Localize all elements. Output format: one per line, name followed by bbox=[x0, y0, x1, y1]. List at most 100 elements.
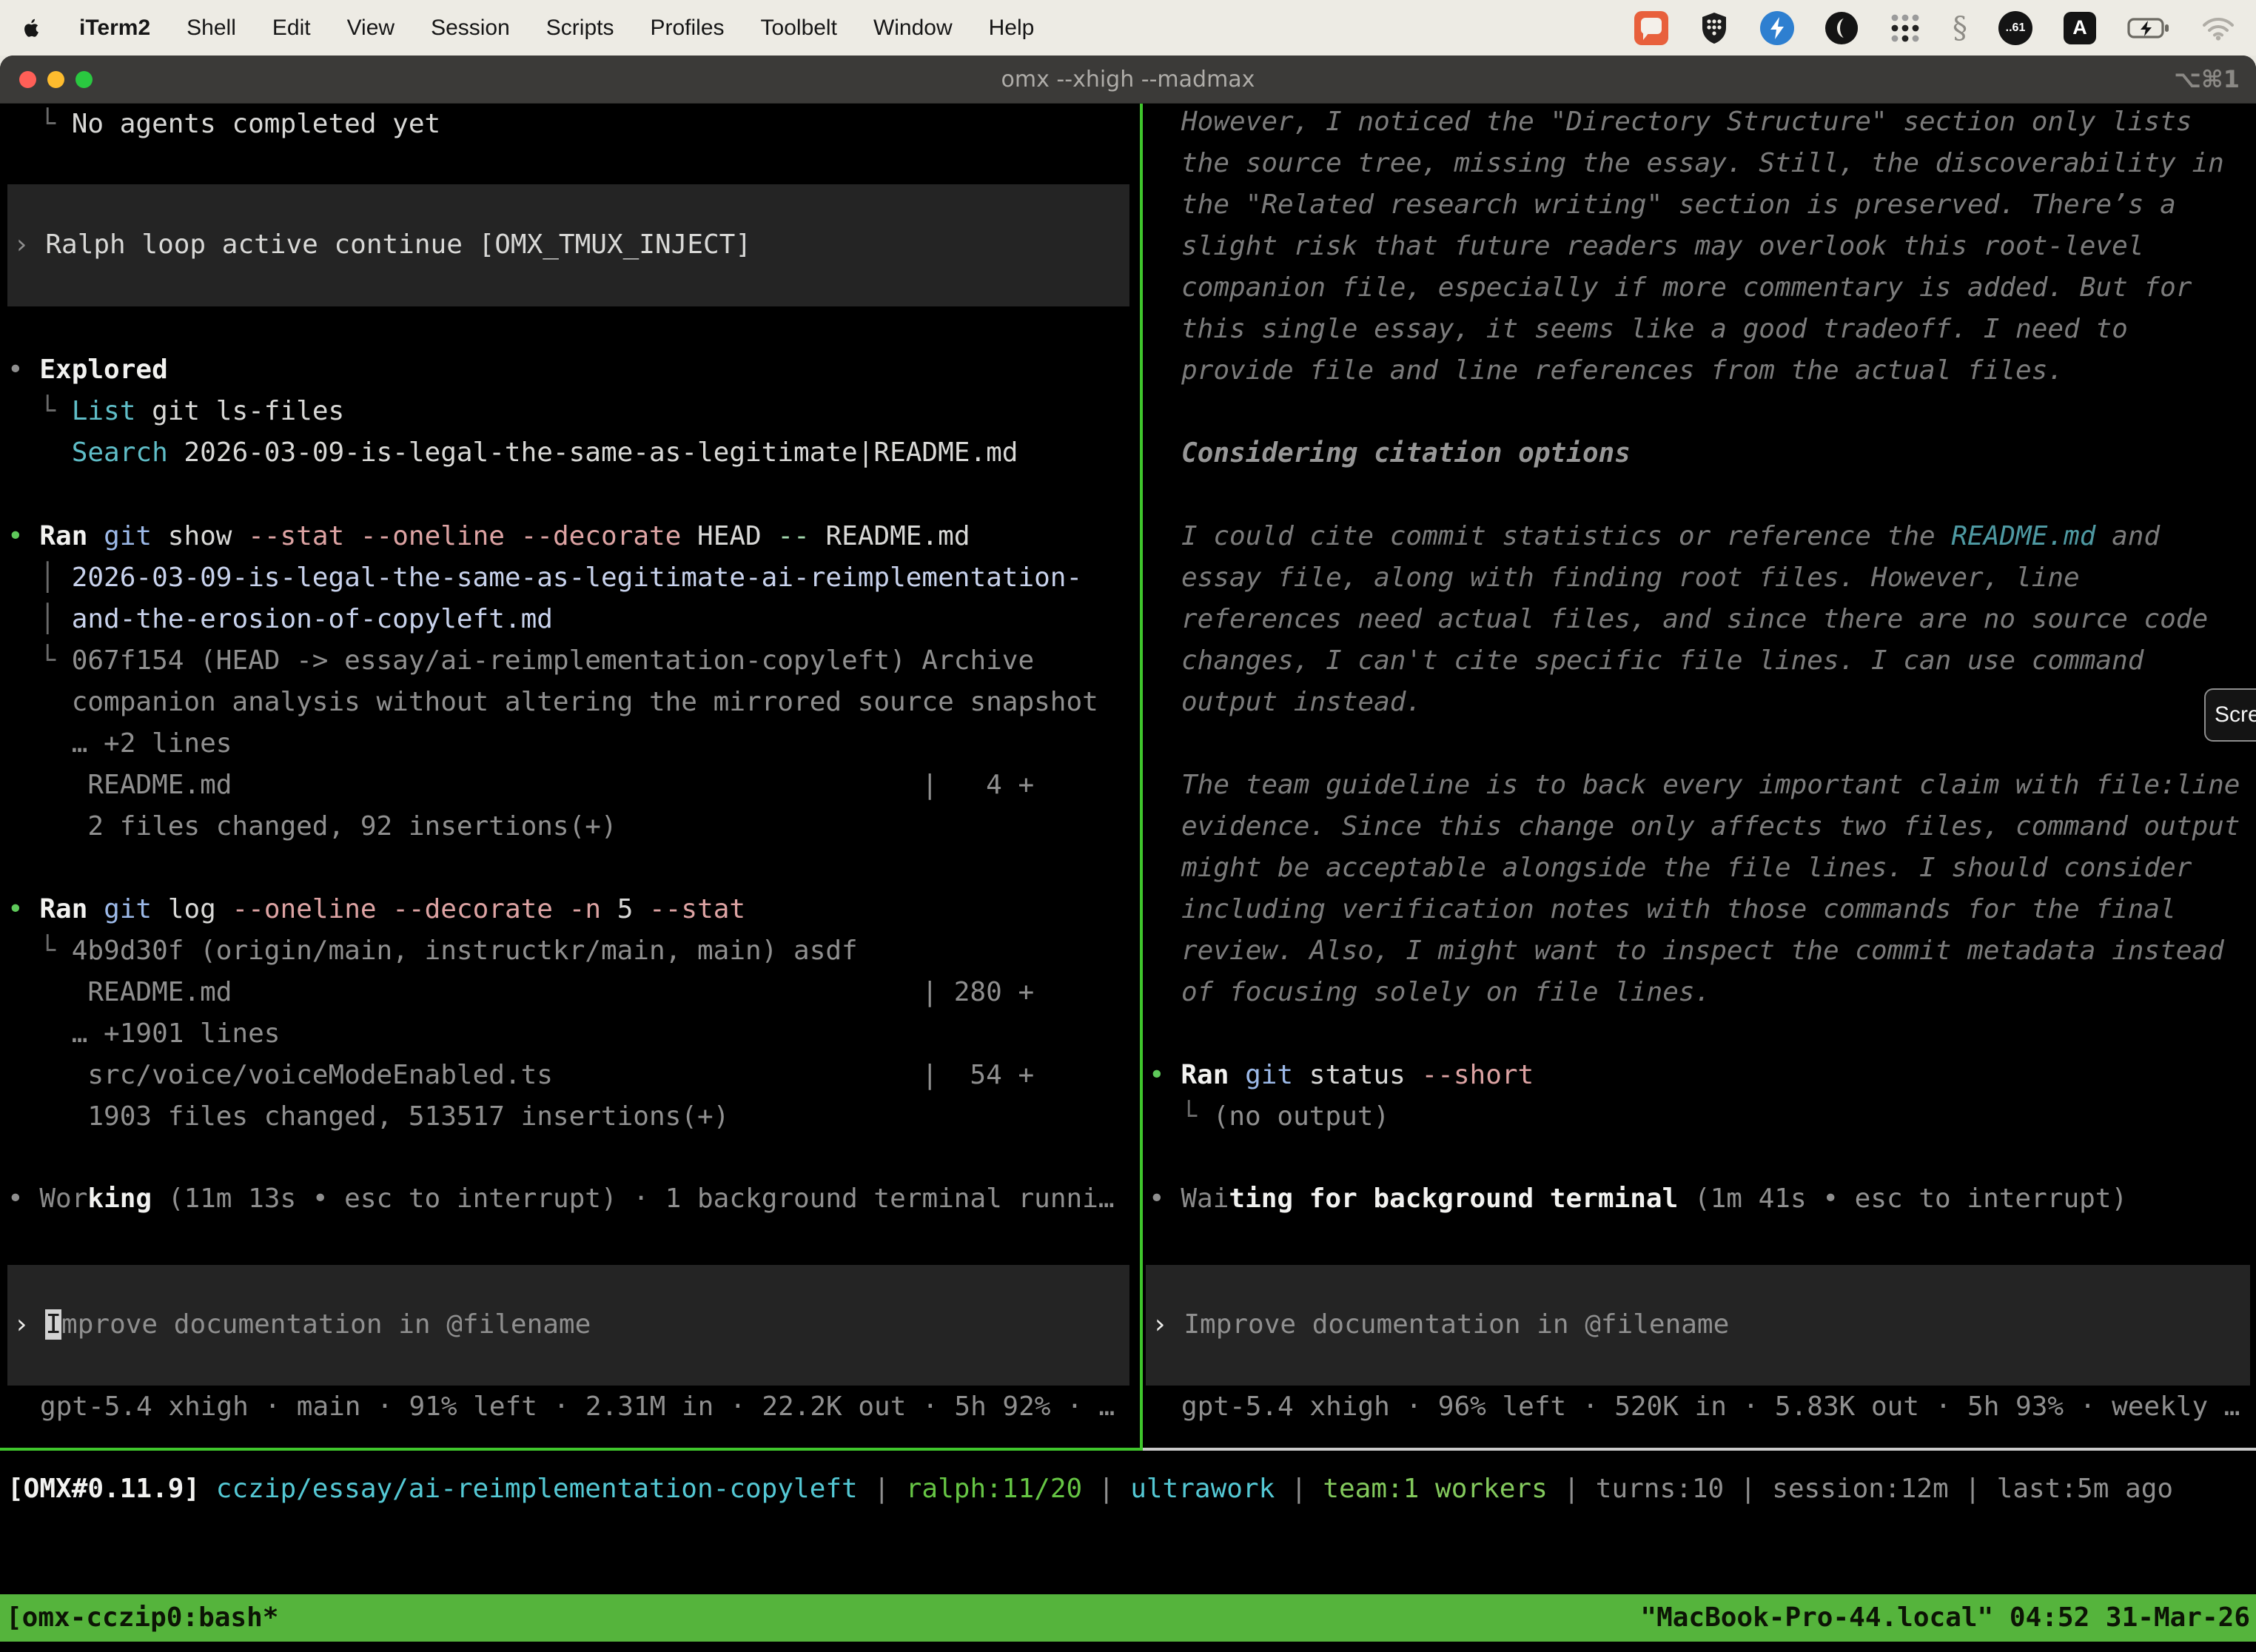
iterm2-window: omx --xhigh --madmax ⌥⌘1 └ No agents com… bbox=[0, 56, 2256, 1652]
thinking-paragraph-line: slight risk that future readers may over… bbox=[1181, 226, 2143, 267]
menu-window[interactable]: Window bbox=[873, 16, 953, 41]
moon-circle-icon[interactable] bbox=[1825, 12, 1858, 44]
menu-iterm2[interactable]: iTerm2 bbox=[79, 16, 150, 41]
git-show-summary-line: 2 files changed, 92 insertions(+) bbox=[7, 806, 617, 847]
right-prompt-input[interactable]: › Improve documentation in @filename bbox=[1146, 1265, 2250, 1386]
omx-mode: ultrawork bbox=[1130, 1474, 1275, 1504]
git-log-output-line: └ 4b9d30f (origin/main, instructkr/main,… bbox=[7, 930, 858, 972]
omx-team: team:1 workers bbox=[1323, 1474, 1547, 1504]
omx-last: last:5m ago bbox=[1997, 1474, 2173, 1504]
menu-help[interactable]: Help bbox=[989, 16, 1035, 41]
git-log-summary-line: 1903 files changed, 513517 insertions(+) bbox=[7, 1096, 729, 1138]
menu-edit[interactable]: Edit bbox=[272, 16, 311, 41]
hook-icon[interactable]: § bbox=[1953, 11, 1967, 45]
window-title: omx --xhigh --madmax bbox=[1001, 56, 1255, 104]
left-prompt-input[interactable]: › Improve documentation in @filename bbox=[7, 1265, 1129, 1386]
close-button[interactable] bbox=[19, 71, 36, 88]
omx-ralph-count: ralph:11/20 bbox=[906, 1474, 1082, 1504]
wifi-icon[interactable] bbox=[2201, 16, 2235, 41]
explored-list-line: └ List git ls-files bbox=[7, 391, 344, 432]
right-session-status-line: gpt-5.4 xhigh · 96% left · 520K in · 5.8… bbox=[1181, 1386, 2240, 1428]
thinking-paragraph-line: references need actual files, and since … bbox=[1181, 599, 2208, 640]
explored-search-line: Search 2026-03-09-is-legal-the-same-as-l… bbox=[7, 432, 1018, 474]
menu-session[interactable]: Session bbox=[431, 16, 510, 41]
tmux-pane-divider[interactable] bbox=[1140, 104, 1143, 1451]
omx-status-bar: [OMX#0.11.9] cczip/essay/ai-reimplementa… bbox=[7, 1468, 2173, 1510]
menu-bar-status-icons: § ..61 A bbox=[1634, 11, 2235, 45]
git-show-output-line: companion analysis without altering the … bbox=[7, 682, 1098, 723]
tmux-host-clock: "MacBook-Pro-44.local" 04:52 31-Mar-26 bbox=[1640, 1594, 2250, 1642]
menu-view[interactable]: View bbox=[347, 16, 395, 41]
apple-menu-icon[interactable] bbox=[21, 15, 43, 41]
left-session-status-line: gpt-5.4 xhigh · main · 91% left · 2.31M … bbox=[40, 1386, 1115, 1428]
left-prompt-line: › Improve documentation in @filename bbox=[13, 1304, 591, 1346]
thinking-paragraph-line: However, I noticed the "Directory Struct… bbox=[1181, 101, 2192, 143]
omx-version: [OMX#0.11.9] bbox=[7, 1474, 216, 1504]
minimize-button[interactable] bbox=[47, 71, 64, 88]
dots-grid-icon[interactable] bbox=[1889, 12, 1921, 44]
thinking-paragraph-line: of focusing solely on file lines. bbox=[1181, 972, 1711, 1013]
menu-toolbelt[interactable]: Toolbelt bbox=[761, 16, 837, 41]
thinking-paragraph-line: this single essay, it seems like a good … bbox=[1181, 309, 2128, 350]
chat-app-icon[interactable] bbox=[1634, 11, 1668, 45]
text-cursor: I bbox=[45, 1309, 61, 1340]
git-status-output-line: └ (no output) bbox=[1149, 1096, 1389, 1138]
menu-scripts[interactable]: Scripts bbox=[546, 16, 614, 41]
right-pane-bottom-border bbox=[1143, 1448, 2256, 1451]
thinking-paragraph-line: review. Also, I might want to inspect th… bbox=[1181, 930, 2224, 972]
waiting-status-line: • Waiting for background terminal (1m 41… bbox=[1149, 1178, 2127, 1220]
macos-menu-bar: iTerm2 Shell Edit View Session Scripts P… bbox=[0, 0, 2256, 56]
terminal-content: └ No agents completed yet › Ralph loop a… bbox=[0, 104, 2256, 1652]
git-log-output-line: … +1901 lines bbox=[7, 1013, 280, 1055]
tmux-session-name: [omx-cczip0:bash* bbox=[6, 1594, 278, 1642]
screen-share-overlay-button[interactable]: Scre bbox=[2204, 688, 2256, 742]
git-show-output-line: │ and-the-erosion-of-copyleft.md bbox=[7, 599, 553, 640]
menu-shell[interactable]: Shell bbox=[187, 16, 236, 41]
thinking-paragraph-line: the "Related research writing" section i… bbox=[1181, 184, 2176, 226]
git-show-output-line: └ 067f154 (HEAD -> essay/ai-reimplementa… bbox=[7, 640, 1034, 682]
ran-git-status-line: • Ran git status --short bbox=[1149, 1055, 1534, 1096]
git-log-diffstat-line: src/voice/voiceModeEnabled.ts | 54 + bbox=[7, 1055, 1034, 1096]
thinking-paragraph-line: essay file, along with finding root file… bbox=[1181, 557, 2080, 599]
percent-badge-icon[interactable]: ..61 bbox=[1998, 11, 2032, 45]
ran-git-log-line: • Ran git log --oneline --decorate -n 5 … bbox=[7, 889, 745, 930]
explored-header-line: • Explored bbox=[7, 349, 168, 391]
thinking-paragraph-line: changes, I can't cite specific file line… bbox=[1181, 640, 2143, 682]
shield-keypad-icon[interactable] bbox=[1699, 11, 1729, 45]
thinking-paragraph-line: the source tree, missing the essay. Stil… bbox=[1181, 143, 2224, 184]
tmux-status-bar: [omx-cczip0:bash* "MacBook-Pro-44.local"… bbox=[0, 1594, 2256, 1642]
right-prompt-line: › Improve documentation in @filename bbox=[1152, 1304, 1729, 1346]
thinking-paragraph-line: The team guideline is to back every impo… bbox=[1181, 765, 2240, 806]
window-title-bar: omx --xhigh --madmax ⌥⌘1 bbox=[0, 56, 2256, 104]
readme-link: README.md bbox=[1951, 521, 2095, 551]
thinking-paragraph-line: provide file and line references from th… bbox=[1181, 350, 2064, 392]
ralph-loop-box: › Ralph loop active continue [OMX_TMUX_I… bbox=[7, 184, 1129, 306]
thinking-paragraph-line: might be acceptable alongside the file l… bbox=[1181, 847, 2192, 889]
ran-git-show-line: • Ran git show --stat --oneline --decora… bbox=[7, 516, 970, 557]
git-log-diffstat-line: README.md | 280 + bbox=[7, 972, 1034, 1013]
git-show-output-line: │ 2026-03-09-is-legal-the-same-as-legiti… bbox=[7, 557, 1082, 599]
ralph-loop-line: › Ralph loop active continue [OMX_TMUX_I… bbox=[13, 224, 751, 266]
git-show-diffstat-line: README.md | 4 + bbox=[7, 765, 1034, 806]
window-shortcut-badge: ⌥⌘1 bbox=[2174, 56, 2240, 104]
thinking-paragraph-line: including verification notes with those … bbox=[1181, 889, 2176, 930]
omx-session: session:12m bbox=[1772, 1474, 1948, 1504]
menu-profiles[interactable]: Profiles bbox=[650, 16, 724, 41]
agents-note-line: └ No agents completed yet bbox=[7, 104, 440, 145]
thinking-paragraph-line: evidence. Since this change only affects… bbox=[1181, 806, 2240, 847]
working-status-line: • Working (11m 13s • esc to interrupt) ·… bbox=[7, 1178, 1115, 1220]
screen-share-overlay-label: Scre bbox=[2215, 702, 2256, 728]
git-show-output-line: … +2 lines bbox=[7, 723, 232, 765]
thinking-paragraph-line: output instead. bbox=[1181, 682, 1422, 723]
omx-turns: turns:10 bbox=[1596, 1474, 1724, 1504]
zoom-button[interactable] bbox=[75, 71, 93, 88]
battery-icon[interactable] bbox=[2127, 17, 2170, 39]
thinking-heading: Considering citation options bbox=[1181, 433, 1631, 474]
left-pane-bottom-border bbox=[0, 1448, 1143, 1451]
menu-items: iTerm2 Shell Edit View Session Scripts P… bbox=[21, 15, 1034, 41]
omx-branch: cczip/essay/ai-reimplementation-copyleft bbox=[216, 1474, 858, 1504]
thinking-paragraph-line: companion file, especially if more comme… bbox=[1181, 267, 2192, 309]
screen: iTerm2 Shell Edit View Session Scripts P… bbox=[0, 0, 2256, 1652]
a-key-icon[interactable]: A bbox=[2064, 12, 2096, 44]
blue-bolt-badge-icon[interactable] bbox=[1760, 11, 1794, 45]
